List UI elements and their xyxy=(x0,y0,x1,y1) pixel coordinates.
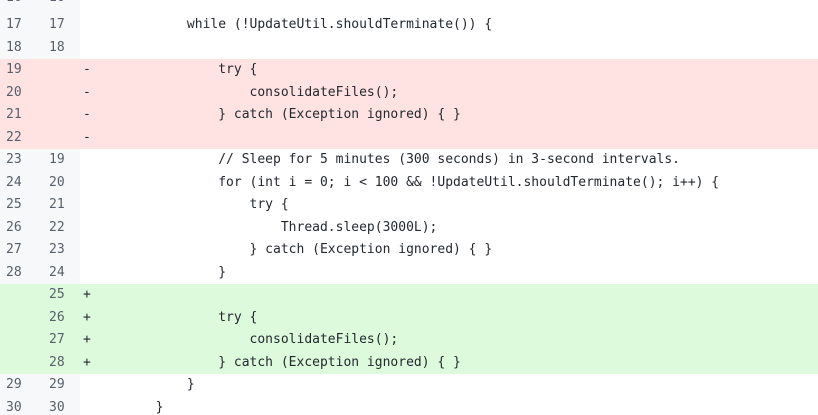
diff-line-context: 17 17 while (!UpdateUtil.shouldTerminate(… xyxy=(0,14,818,37)
code-text: consolidateFiles(); xyxy=(93,332,399,347)
old-line-number[interactable]: 29 xyxy=(6,374,46,397)
new-line-number[interactable]: 16 xyxy=(49,0,89,5)
old-line-number[interactable]: 26 xyxy=(6,217,46,240)
diff-sign: - xyxy=(83,107,91,122)
code-text: } catch (Exception ignored) { } xyxy=(93,107,461,122)
old-line-number[interactable]: 17 xyxy=(6,14,46,37)
new-line-number[interactable]: 19 xyxy=(49,149,89,172)
new-line-number[interactable]: 18 xyxy=(49,37,89,60)
diff-line-context: 28 24 } xyxy=(0,261,818,285)
old-line-number[interactable]: 27 xyxy=(6,239,46,262)
diff-sign: + xyxy=(83,309,91,325)
code-text: try { xyxy=(93,309,258,325)
old-line-number[interactable]: 22 xyxy=(6,127,46,150)
code-text: } xyxy=(93,377,195,392)
diff-line-deleted: 21 - } catch (Exception ignored) { } xyxy=(0,104,818,127)
old-line-number[interactable]: 28 xyxy=(6,262,46,285)
new-line-number[interactable]: 23 xyxy=(49,239,89,262)
code-text: // Sleep for 5 minutes (300 seconds) in … xyxy=(93,152,680,167)
diff-line-deleted: 22 - xyxy=(0,126,818,150)
old-line-number[interactable]: 23 xyxy=(6,149,46,172)
diff-line-context: 1616 xyxy=(0,0,818,14)
diff-line-added: 26 + try { xyxy=(0,306,818,329)
diff-sign: - xyxy=(83,129,91,145)
diff-line-context: 27 23 } catch (Exception ignored) { } xyxy=(0,239,818,262)
diff-sign: + xyxy=(83,287,91,302)
diff-line-context: 30 30 } xyxy=(0,396,818,415)
diff-line-context: 29 29 } xyxy=(0,374,818,397)
code-text: while (!UpdateUtil.shouldTerminate()) { xyxy=(93,17,493,32)
new-line-number[interactable]: 20 xyxy=(49,172,89,195)
diff-line-context: 18 18 xyxy=(0,36,818,60)
diff-line-context: 24 20 for (int i = 0; i < 100 && !UpdateU… xyxy=(0,171,818,195)
code-text: } xyxy=(93,264,227,280)
code-text: } catch (Exception ignored) { } xyxy=(93,354,461,370)
old-line-number[interactable]: 20 xyxy=(6,82,46,105)
new-line-number[interactable]: 22 xyxy=(49,217,89,240)
new-line-number[interactable]: 29 xyxy=(49,374,89,397)
diff-line-added: 25 + xyxy=(0,284,818,307)
diff-line-context: 23 19 // Sleep for 5 minutes (300 seconds… xyxy=(0,149,818,172)
old-line-number[interactable]: 24 xyxy=(6,172,46,195)
new-line-number[interactable]: 30 xyxy=(49,397,89,415)
diff-line-deleted: 20 - consolidateFiles(); xyxy=(0,81,818,105)
code-text: try { xyxy=(93,62,258,77)
diff-line-added: 27 + consolidateFiles(); xyxy=(0,329,818,352)
diff-sign: + xyxy=(83,332,91,347)
diff-line-context: 25 21 try { xyxy=(0,194,818,217)
new-line-number[interactable]: 17 xyxy=(49,14,89,37)
code-text: try { xyxy=(93,197,289,212)
diff-sign: - xyxy=(83,84,91,100)
code-text: consolidateFiles(); xyxy=(93,84,399,100)
code-text: } xyxy=(93,399,164,415)
new-line-number[interactable]: 24 xyxy=(49,262,89,285)
code-text: } catch (Exception ignored) { } xyxy=(93,242,493,257)
old-line-number[interactable]: 25 xyxy=(6,194,46,217)
old-line-number[interactable]: 21 xyxy=(6,104,46,127)
old-line-number[interactable]: 18 xyxy=(6,37,46,60)
diff-sign: + xyxy=(83,354,91,370)
diff-line-context: 26 22 Thread.sleep(3000L); xyxy=(0,216,818,240)
diff-sign: - xyxy=(83,62,91,77)
code-text: for (int i = 0; i < 100 && !UpdateUtil.s… xyxy=(93,174,720,190)
diff-line-deleted: 19 - try { xyxy=(0,59,818,82)
diff-line-added: 28 + } catch (Exception ignored) { } xyxy=(0,351,818,374)
code-text: Thread.sleep(3000L); xyxy=(93,219,438,235)
new-line-number[interactable]: 21 xyxy=(49,194,89,217)
old-line-number[interactable]: 16 xyxy=(6,0,46,5)
old-line-number[interactable]: 19 xyxy=(6,59,46,82)
old-line-number[interactable]: 30 xyxy=(6,397,46,415)
diff-view: 16161717 while (!UpdateUtil.shouldTermin… xyxy=(0,0,818,415)
